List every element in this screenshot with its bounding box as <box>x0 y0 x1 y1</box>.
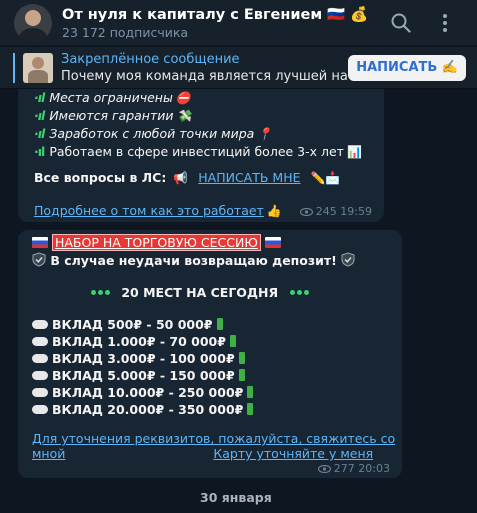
pinned-indicator <box>13 52 15 83</box>
russia-flag-icon <box>264 237 281 248</box>
pill-icon <box>32 337 48 346</box>
contact-link[interactable]: Для уточнения реквизитов, пожалуйста, св… <box>32 431 395 446</box>
deposit-row: ВКЛАД 1.000₽ - 70 000₽ <box>32 334 236 349</box>
more-info-line: Подробнее о том как это работает 👍 <box>34 203 282 218</box>
russia-flag-icon <box>32 237 48 248</box>
stop-icon: ⛔ <box>175 91 191 105</box>
pill-icon <box>32 320 48 329</box>
channel-title: От нуля к капиталу с Евгением 🇷🇺 💰 <box>62 6 369 23</box>
questions-line: Все вопросы в ЛС: 📢 НАПИСАТЬ МНЕ ✏️📩 <box>34 170 341 185</box>
deposit-row: ВКЛАД 500₽ - 50 000₽ <box>32 317 223 332</box>
subscriber-count: 23 172 подписчика <box>62 24 189 40</box>
pill-icon <box>32 388 48 397</box>
view-count: 245 <box>315 205 337 218</box>
pinned-thumbnail <box>23 52 53 83</box>
bars-icon: ·ıl <box>34 126 45 141</box>
bars-icon: ·ıl <box>34 90 45 105</box>
deposit-row: ВКЛАД 3.000₽ - 100 000₽ <box>32 351 245 366</box>
battery-icon <box>238 369 245 381</box>
deposit-row: ВКЛАД 10.000₽ - 250 000₽ <box>32 385 254 400</box>
deposit-row: ВКЛАД 5.000₽ - 150 000₽ <box>32 368 245 383</box>
shield-icon <box>341 252 355 267</box>
pill-icon <box>32 354 48 363</box>
bars-icon: ·ıl <box>34 144 45 159</box>
views-icon <box>299 207 313 216</box>
list-item: ·ıl Места ограничены ⛔ <box>34 90 191 105</box>
seats-line: 20 МЕСТ НА СЕГОДНЯ <box>90 285 310 300</box>
pinned-title: Закреплённое сообщение <box>61 51 240 67</box>
green-dots-icon <box>289 285 310 300</box>
deposit-row: ВКЛАД 20.000₽ - 350 000₽ <box>32 402 254 417</box>
contact-link-line-2: мной Карту уточняйте у меня <box>32 446 373 461</box>
pinned-preview: Почему моя команда является лучшей на р.… <box>61 68 349 84</box>
date-separator: 30 января <box>200 490 272 505</box>
contact-link-line-1: Для уточнения реквизитов, пожалуйста, св… <box>32 431 395 446</box>
contact-link-me[interactable]: мной <box>32 446 65 461</box>
shield-icon <box>32 252 46 267</box>
battery-icon <box>247 403 254 415</box>
session-title: НАБОР НА ТОРГОВУЮ СЕССИЮ <box>51 234 261 251</box>
search-icon[interactable] <box>389 11 413 35</box>
view-count: 277 <box>333 462 355 475</box>
green-dots-icon <box>90 285 111 300</box>
message-time: 19:59 <box>340 205 372 218</box>
pinned-message-bar[interactable]: Закреплённое сообщение Почему моя команд… <box>0 47 477 89</box>
battery-icon <box>238 352 245 364</box>
message-meta: 245 19:59 <box>299 205 372 218</box>
pin-icon: 📍 <box>257 127 273 141</box>
channel-avatar[interactable] <box>14 3 52 42</box>
chart-icon: 📊 <box>346 145 362 159</box>
battery-icon <box>229 335 236 347</box>
views-icon <box>317 464 331 473</box>
write-me-link[interactable]: НАПИСАТЬ МНЕ <box>198 170 300 185</box>
money-icon: 💸 <box>176 109 192 123</box>
thumbs-up-icon: 👍 <box>266 204 282 218</box>
chat-header: От нуля к капиталу с Евгением 🇷🇺 💰 23 17… <box>0 0 477 46</box>
deposit-note-line: В случае неудачи возвращаю депозит! <box>32 252 355 268</box>
megaphone-icon: 📢 <box>173 171 189 185</box>
bars-icon: ·ıl <box>34 108 45 123</box>
list-item: ·ıl Заработок с любой точки мира 📍 <box>34 126 273 141</box>
write-button[interactable]: НАПИСАТЬ ✍️ <box>348 54 466 81</box>
message-time: 20:03 <box>358 462 390 475</box>
more-menu-icon[interactable] <box>433 11 457 35</box>
pinned-text: Закреплённое сообщение Почему моя команд… <box>61 52 348 84</box>
battery-icon <box>247 386 254 398</box>
list-item: ·ıl Имеются гарантии 💸 <box>34 108 192 123</box>
card-link[interactable]: Карту уточняйте у меня <box>65 446 373 461</box>
message-meta: 277 20:03 <box>317 462 390 475</box>
list-item: ·ıl Работаем в сфере инвестиций более 3-х… <box>34 144 362 159</box>
session-header: НАБОР НА ТОРГОВУЮ СЕССИЮ <box>32 234 281 251</box>
message-bubble-1: ·ıl Места ограничены ⛔ ·ıl Имеются гарантии… <box>18 72 384 222</box>
pencil-envelope-icon: ✏️📩 <box>310 171 341 185</box>
header-text[interactable]: От нуля к капиталу с Евгением 🇷🇺 💰 23 17… <box>62 6 389 40</box>
message-bubble-2: НАБОР НА ТОРГОВУЮ СЕССИЮ В случае неудач… <box>18 230 402 478</box>
battery-icon <box>216 318 223 330</box>
pill-icon <box>32 371 48 380</box>
pill-icon <box>32 405 48 414</box>
more-info-link[interactable]: Подробнее о том как это работает <box>34 203 264 218</box>
